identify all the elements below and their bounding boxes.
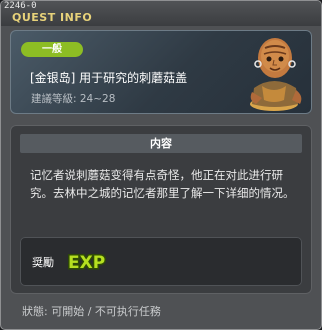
npc-portrait: [250, 38, 302, 111]
quest-description: 记忆者说刺蘑菇变得有点奇怪，他正在对此进行研究。去林中之城的记忆者那里了解一下详…: [30, 168, 295, 200]
exp-icon-text: EXP: [68, 253, 105, 273]
quest-category-badge: 一般: [21, 42, 83, 57]
quest-content-panel: 内容 记忆者说刺蘑菇变得有点奇怪，他正在对此进行研究。去林中之城的记忆者那里了解…: [10, 125, 312, 294]
quest-name: [金银岛] 用于研究的刺蘑菇盖: [30, 71, 188, 85]
recommended-level: 建議等級: 24~28: [31, 93, 116, 105]
exp-icon: EXP EXP: [67, 252, 107, 275]
window-id: 2246-0: [4, 1, 37, 11]
content-header: 内容: [20, 134, 302, 153]
quest-summary-panel: 一般 [金银岛] 用于研究的刺蘑菇盖 建議等級: 24~28: [10, 30, 312, 114]
quest-info-window: 2246-0 QUEST INFO 一般 [金银岛] 用于研究的刺蘑菇盖 建議等…: [0, 0, 322, 330]
reward-label: 奨勵: [32, 256, 54, 269]
reward-box: 奨勵 EXP EXP: [20, 237, 302, 286]
quest-status: 狀態: 可開始 / 不可执行任務: [22, 305, 161, 318]
window-title: QUEST INFO: [12, 11, 93, 24]
title-bar[interactable]: 2246-0 QUEST INFO: [1, 1, 321, 26]
